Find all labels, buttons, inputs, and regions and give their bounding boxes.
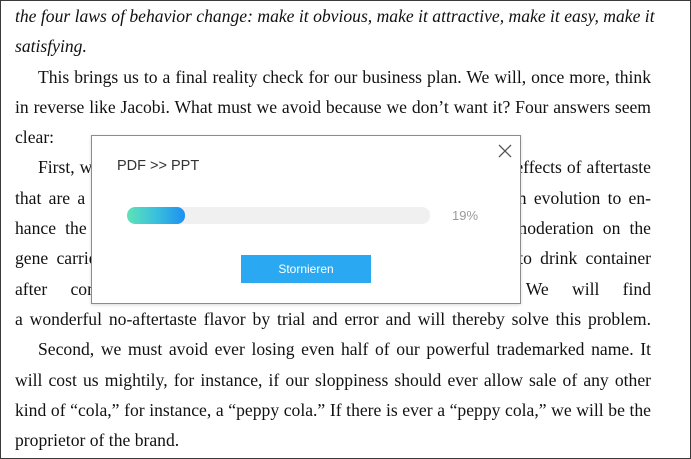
cancel-button[interactable]: Stornieren [241,255,371,283]
text-line: Second, we must avoid ever losing even h… [38,339,651,360]
progress-bar [127,207,430,224]
conversion-progress-dialog: PDF >> PPT 19% Stornieren [91,135,521,304]
close-icon[interactable] [496,142,514,160]
text-line: a wonderful no-aftertaste flavor by tria… [15,308,651,329]
text-line: This brings us to a final reality check … [38,66,651,87]
text-line: the four laws of behavior change: make i… [15,6,655,26]
progress-bar-fill [127,207,185,224]
text-line: will cost us mightily, for instance, if … [15,369,651,390]
dialog-title: PDF >> PPT [117,158,200,174]
text-line: kind of “cola,” for instance, a “peppy c… [15,399,651,420]
progress-percentage: 19% [452,208,479,223]
text-line: satisfying. [15,36,87,57]
text-line: in reverse like Jacobi. What must we avo… [15,96,651,117]
document-page: the four laws of behavior change: make i… [0,0,691,459]
text-line: proprietor of the brand. [15,430,180,451]
